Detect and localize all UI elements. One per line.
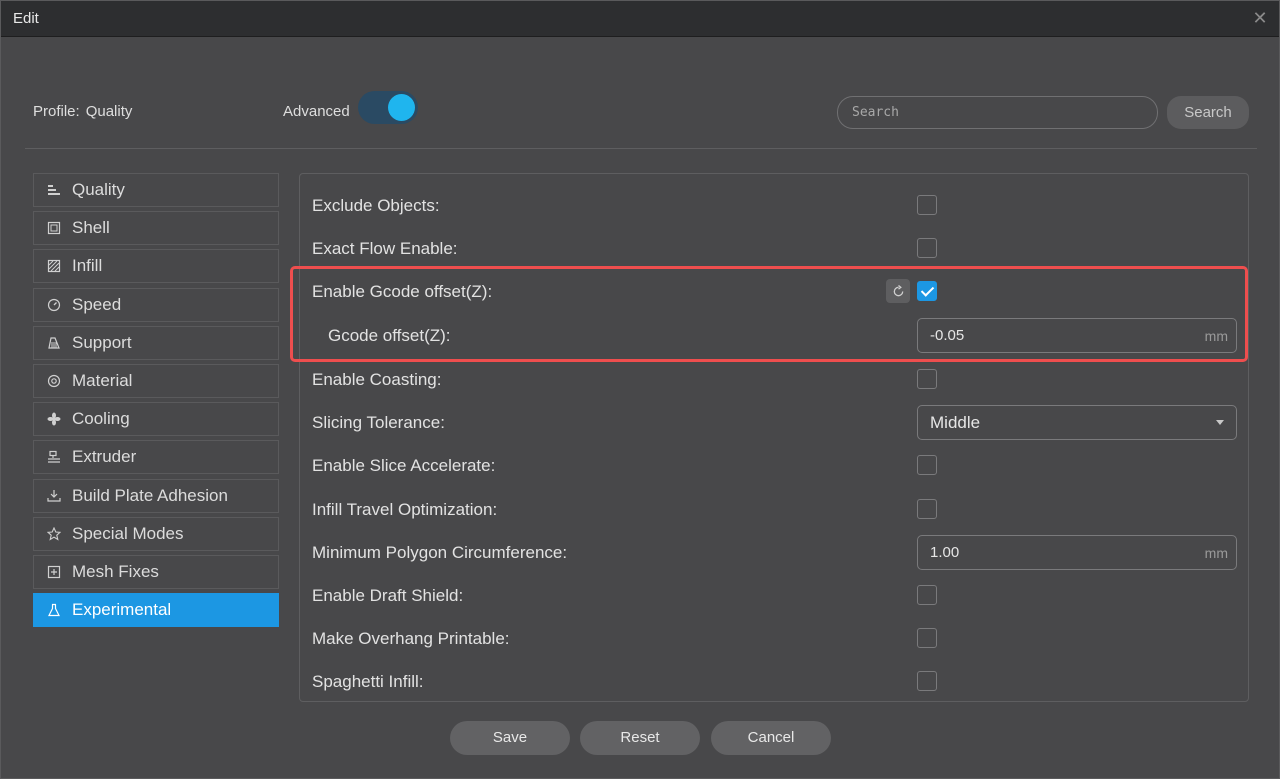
setting-label: Exact Flow Enable: [312, 239, 458, 258]
quality-icon [46, 182, 62, 198]
setting-row-exact-flow: Exact Flow Enable: [312, 233, 1237, 263]
gcode-offset-enable-checkbox[interactable] [917, 281, 937, 301]
reset-icon [893, 284, 903, 296]
close-icon[interactable]: ✕ [1251, 9, 1269, 27]
shell-icon [46, 220, 62, 236]
profile-value: Quality [85, 103, 133, 120]
sidebar-item-label: Infill [72, 256, 103, 276]
setting-row-draft-shield: Enable Draft Shield: [312, 580, 1237, 610]
field-unit: mm [1204, 545, 1228, 561]
sidebar-item-mesh-fixes[interactable]: Mesh Fixes [33, 554, 279, 589]
sidebar-item-label: Mesh Fixes [72, 561, 159, 581]
header-divider [25, 148, 1257, 149]
setting-label: Slicing Tolerance: [312, 413, 445, 432]
slicing-tolerance-dropdown[interactable]: Middle [917, 405, 1237, 440]
advanced-toggle[interactable] [358, 91, 418, 124]
dropdown-value: Middle [930, 413, 981, 432]
sidebar-item-label: Special Modes [72, 523, 184, 543]
sidebar-item-label: Cooling [72, 409, 130, 429]
sidebar-item-label: Build Plate Adhesion [72, 485, 228, 505]
cancel-button[interactable]: Cancel [711, 721, 831, 755]
exact-flow-checkbox[interactable] [917, 238, 937, 258]
sidebar-item-build-plate-adhesion[interactable]: Build Plate Adhesion [33, 478, 279, 513]
field-value: -0.05 [930, 327, 965, 344]
exclude-objects-checkbox[interactable] [917, 195, 937, 215]
infill-travel-checkbox[interactable] [917, 499, 937, 519]
setting-row-gcode-offset-enable: Enable Gcode offset(Z): [312, 276, 1237, 306]
gcode-offset-input[interactable]: -0.05 mm [917, 318, 1237, 353]
setting-label: Enable Slice Accelerate: [312, 456, 496, 475]
sidebar-item-material[interactable]: Material [33, 363, 279, 398]
spaghetti-checkbox[interactable] [917, 671, 937, 691]
setting-label: Spaghetti Infill: [312, 672, 424, 691]
setting-row-exclude-objects: Exclude Objects: [312, 190, 1237, 220]
toggle-knob [388, 94, 415, 121]
sidebar-item-quality[interactable]: Quality [33, 173, 279, 207]
settings-panel: Exclude Objects: Exact Flow Enable: Enab… [299, 173, 1249, 702]
chevron-down-icon [1216, 420, 1224, 425]
build-plate-icon [46, 488, 62, 504]
advanced-label: Advanced [283, 103, 350, 120]
setting-label: Minimum Polygon Circumference: [312, 543, 568, 562]
star-icon [46, 526, 62, 542]
sidebar-item-infill[interactable]: Infill [33, 249, 279, 284]
profile-info: Profile: Quality [33, 103, 132, 120]
reset-default-button[interactable] [886, 279, 910, 303]
material-icon [46, 373, 62, 389]
profile-label: Profile: [33, 103, 80, 120]
extruder-icon [46, 449, 62, 465]
sidebar-item-experimental[interactable]: Experimental [33, 593, 279, 628]
setting-label: Enable Coasting: [312, 370, 442, 389]
coasting-checkbox[interactable] [917, 369, 937, 389]
sidebar-item-support[interactable]: Support [33, 325, 279, 360]
sidebar-item-shell[interactable]: Shell [33, 211, 279, 246]
edit-dialog: Edit ✕ Profile: Quality Advanced Search Q… [0, 0, 1280, 779]
setting-row-slice-accelerate: Enable Slice Accelerate: [312, 450, 1237, 480]
sidebar-item-label: Shell [72, 218, 110, 238]
slice-accelerate-checkbox[interactable] [917, 455, 937, 475]
search-input[interactable] [837, 96, 1158, 129]
window-title: Edit [13, 10, 39, 27]
setting-label: Enable Gcode offset(Z): [312, 282, 493, 301]
setting-label: Exclude Objects: [312, 196, 440, 215]
setting-label: Infill Travel Optimization: [312, 500, 498, 519]
setting-row-infill-travel: Infill Travel Optimization: [312, 494, 1237, 524]
setting-row-min-polygon: Minimum Polygon Circumference: 1.00 mm [312, 535, 1237, 570]
draft-shield-checkbox[interactable] [917, 585, 937, 605]
setting-row-slicing-tolerance: Slicing Tolerance: Middle [312, 405, 1237, 440]
category-sidebar: Quality Shell Infill Speed Support Mater… [33, 173, 279, 631]
reset-button[interactable]: Reset [580, 721, 700, 755]
setting-label: Make Overhang Printable: [312, 629, 510, 648]
setting-row-overhang: Make Overhang Printable: [312, 623, 1237, 653]
sidebar-item-label: Support [72, 332, 132, 352]
field-value: 1.00 [930, 544, 960, 561]
min-polygon-input[interactable]: 1.00 mm [917, 535, 1237, 570]
speed-icon [46, 297, 62, 313]
sidebar-item-label: Speed [72, 294, 122, 314]
sidebar-item-cooling[interactable]: Cooling [33, 402, 279, 437]
setting-row-spaghetti: Spaghetti Infill: [312, 666, 1237, 696]
sidebar-item-special-modes[interactable]: Special Modes [33, 516, 279, 551]
mesh-fix-icon [46, 564, 62, 580]
sidebar-item-label: Experimental [72, 600, 172, 620]
search-button[interactable]: Search [1167, 96, 1249, 129]
title-bar: Edit ✕ [1, 1, 1279, 37]
save-button[interactable]: Save [450, 721, 570, 755]
setting-row-coasting: Enable Coasting: [312, 364, 1237, 394]
support-icon [46, 335, 62, 351]
cooling-fan-icon [46, 411, 62, 427]
field-unit: mm [1204, 328, 1228, 344]
sidebar-item-label: Extruder [72, 447, 137, 467]
setting-label: Gcode offset(Z): [328, 326, 451, 345]
sidebar-item-label: Material [72, 370, 133, 390]
flask-icon [46, 602, 62, 618]
sidebar-item-label: Quality [72, 180, 125, 199]
setting-label: Enable Draft Shield: [312, 586, 464, 605]
sidebar-item-extruder[interactable]: Extruder [33, 440, 279, 475]
infill-icon [46, 258, 62, 274]
overhang-checkbox[interactable] [917, 628, 937, 648]
sidebar-item-speed[interactable]: Speed [33, 287, 279, 322]
setting-row-gcode-offset: Gcode offset(Z): -0.05 mm [312, 318, 1237, 353]
